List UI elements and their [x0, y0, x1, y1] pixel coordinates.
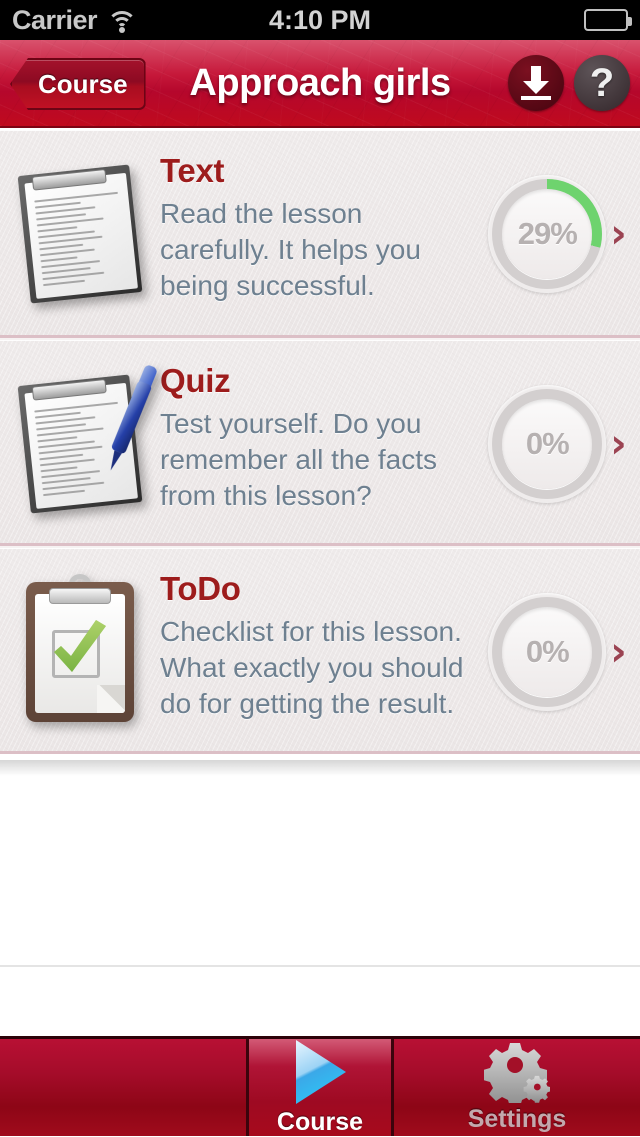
play-icon: [290, 1038, 350, 1106]
row-icon-cell: [0, 130, 160, 338]
separator-line: [0, 965, 640, 967]
tab-settings-label: Settings: [467, 1105, 567, 1133]
status-bar-left: Carrier: [12, 4, 138, 36]
table-row[interactable]: Text Read the lesson carefully. It helps…: [0, 130, 640, 338]
tab-bar: Course Settings: [0, 1036, 640, 1136]
row-progress-cell[interactable]: 0% ›: [475, 340, 640, 548]
tab-spacer-left: [0, 1039, 246, 1136]
download-button[interactable]: [508, 55, 564, 111]
chevron-right-icon[interactable]: ›: [610, 214, 626, 254]
empty-content-area: [0, 760, 640, 1036]
progress-percent-label: 29%: [517, 216, 578, 251]
chevron-right-icon[interactable]: ›: [610, 632, 626, 672]
wifi-icon: [107, 8, 138, 33]
progress-percent-label: 0%: [525, 426, 570, 461]
navigation-bar: Course Approach girls ?: [0, 40, 640, 128]
chevron-right-icon[interactable]: ›: [610, 424, 626, 464]
status-bar: Carrier 4:10 PM: [0, 0, 640, 40]
row-description: Read the lesson carefully. It helps you …: [160, 198, 421, 301]
list-drop-shadow: [0, 760, 640, 776]
row-progress-cell[interactable]: 0% ›: [475, 548, 640, 756]
progress-ring: 0%: [488, 385, 607, 503]
lesson-list: Text Read the lesson carefully. It helps…: [0, 130, 640, 754]
table-row[interactable]: Quiz Test yourself. Do you remember all …: [0, 338, 640, 546]
question-mark-icon: ?: [589, 61, 615, 105]
help-button[interactable]: ?: [574, 55, 630, 111]
table-row[interactable]: ToDo Checklist for this lesson. What exa…: [0, 546, 640, 754]
row-icon-cell: [0, 340, 160, 548]
clipboard-check-icon: [26, 574, 134, 722]
row-title: ToDo: [160, 570, 241, 607]
row-description: Test yourself. Do you remember all the f…: [160, 408, 437, 511]
download-icon: [521, 66, 551, 100]
row-text-cell: Text Read the lesson carefully. It helps…: [160, 130, 475, 303]
progress-ring: 29%: [488, 175, 607, 293]
tab-course[interactable]: Course: [246, 1039, 394, 1136]
progress-percent-label: 0%: [525, 634, 570, 669]
carrier-label: Carrier: [12, 4, 98, 35]
tab-settings[interactable]: Settings: [394, 1039, 640, 1136]
row-title: Text: [160, 152, 225, 189]
check-icon: [54, 620, 106, 672]
row-text-cell: ToDo Checklist for this lesson. What exa…: [160, 548, 475, 721]
clipboard-pen-icon: [17, 363, 159, 514]
clipboard-text-icon: [17, 164, 143, 304]
navbar-actions: ?: [508, 55, 630, 111]
status-bar-right: [584, 9, 632, 31]
row-title: Quiz: [160, 362, 231, 399]
tab-course-label: Course: [276, 1108, 364, 1136]
row-progress-cell[interactable]: 29% ›: [475, 130, 640, 338]
progress-ring: 0%: [488, 593, 607, 711]
battery-icon: [584, 9, 632, 31]
row-icon-cell: [0, 548, 160, 756]
gear-icon: [483, 1041, 551, 1107]
row-description: Checklist for this lesson. What exactly …: [160, 616, 464, 719]
row-text-cell: Quiz Test yourself. Do you remember all …: [160, 340, 475, 513]
